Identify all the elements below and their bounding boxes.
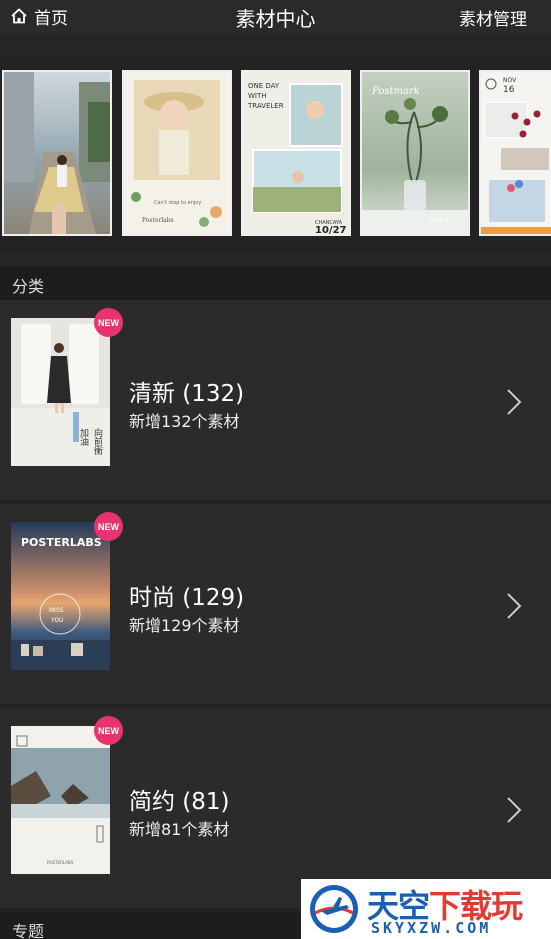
svg-text:加油: 加油 — [78, 428, 89, 447]
svg-text:POSTERLABS: POSTERLABS — [21, 536, 102, 549]
category-cover: POSTERLABS MISS YOU — [11, 522, 110, 670]
category-row-fashion[interactable]: POSTERLABS MISS YOU NEW 时尚 (129) 新增129个素… — [0, 504, 551, 706]
category-subtitle: 新增132个素材 — [129, 412, 240, 431]
svg-text:ONE DAY: ONE DAY — [248, 82, 280, 90]
category-row-fresh[interactable]: 加油 向前衝 NEW 清新 (132) 新增132个素材 — [0, 300, 551, 502]
banner-thumb[interactable]: Postmark FOR IT! — [360, 70, 470, 236]
watermark-plane-icon — [310, 885, 358, 933]
svg-text:WITH: WITH — [248, 92, 267, 100]
category-name: 时尚 (129) — [129, 585, 245, 611]
banner-thumb[interactable]: ONE DAY WITH TRAVELER CHANCAYA 10/27 — [241, 70, 351, 236]
svg-text:向前衝: 向前衝 — [92, 427, 103, 455]
chevron-right-icon — [507, 593, 522, 619]
banner-carousel[interactable]: Can't stop to enjoy Posterlabs ONE DAY W… — [0, 58, 551, 253]
new-badge: NEW — [94, 308, 123, 337]
watermark-url: SKYXZW.COM — [371, 919, 492, 937]
new-badge: NEW — [94, 512, 123, 541]
category-subtitle: 新增129个素材 — [129, 616, 240, 635]
banner-thumb[interactable]: NOV 16 — [479, 70, 551, 236]
category-cover: POSTERLABS — [11, 726, 110, 874]
svg-text:16: 16 — [503, 85, 515, 95]
svg-text:Postmark: Postmark — [371, 86, 420, 97]
watermark-logo: 天空下载玩 SKYXZW.COM — [301, 879, 551, 939]
banner-thumb-image: Postmark FOR IT! — [362, 86, 468, 234]
material-manage-button[interactable]: 素材管理 — [459, 5, 527, 30]
top-bar: 首页 素材中心 素材管理 — [0, 0, 551, 34]
svg-text:POSTERLABS: POSTERLABS — [47, 860, 74, 865]
category-name: 简约 (81) — [129, 789, 230, 815]
category-cover-image: POSTERLABS MISS YOU — [11, 536, 110, 670]
svg-text:YOU: YOU — [50, 617, 63, 624]
category-cover-image: POSTERLABS — [11, 735, 110, 865]
new-badge: NEW — [94, 716, 123, 745]
banner-thumb-image: NOV 16 — [481, 77, 551, 234]
thumb-caption: Posterlabs — [142, 217, 174, 224]
thumb-caption: FOR IT! — [430, 217, 452, 224]
svg-text:Can't stop to enjoy: Can't stop to enjoy — [154, 200, 201, 206]
category-cover-image: 加油 向前衝 — [11, 318, 110, 455]
banner-thumb-image — [4, 72, 110, 234]
category-subtitle: 新增81个素材 — [129, 820, 230, 839]
category-section-header: 分类 — [0, 266, 551, 300]
banner-thumb[interactable] — [2, 70, 112, 236]
svg-text:MISS: MISS — [49, 607, 64, 614]
svg-text:TRAVELER: TRAVELER — [247, 102, 284, 110]
category-cover: 加油 向前衝 — [11, 318, 110, 466]
chevron-right-icon — [507, 389, 522, 415]
chevron-right-icon — [507, 797, 522, 823]
svg-text:10/27: 10/27 — [315, 225, 347, 234]
svg-text:NOV: NOV — [503, 77, 517, 84]
banner-thumb-image: Can't stop to enjoy Posterlabs — [131, 80, 222, 227]
category-name: 清新 (132) — [129, 381, 245, 407]
banner-thumb[interactable]: Can't stop to enjoy Posterlabs — [122, 70, 232, 236]
banner-thumb-image: ONE DAY WITH TRAVELER CHANCAYA 10/27 — [247, 82, 347, 234]
